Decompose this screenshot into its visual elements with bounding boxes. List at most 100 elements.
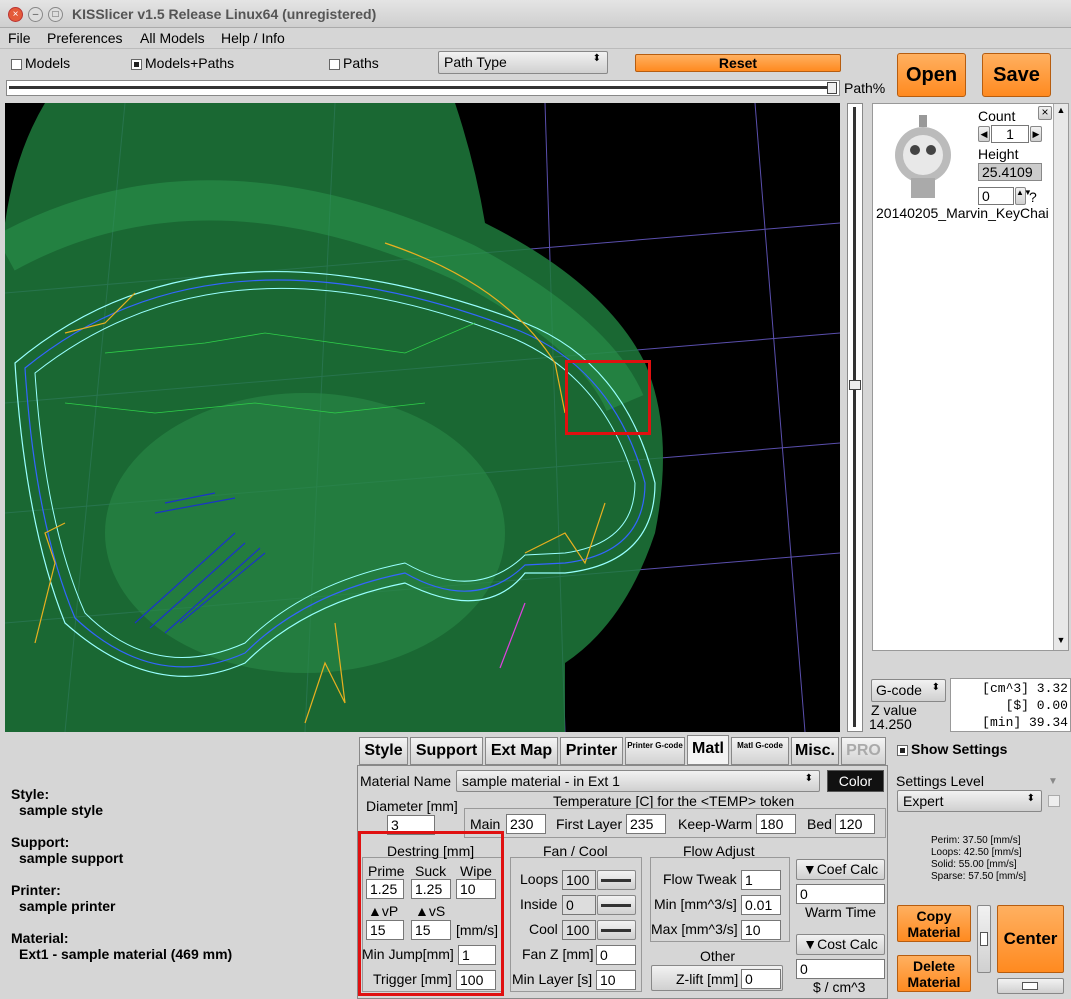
flow-tweak-input[interactable]: 1 <box>741 870 781 890</box>
path-percent-slider[interactable] <box>6 80 840 96</box>
height-value: 25.4109 <box>978 163 1042 181</box>
tab-printer-gcode[interactable]: Printer G-code <box>625 737 685 765</box>
summary-printer-heading: Printer: <box>11 882 61 898</box>
tab-pro[interactable]: PRO <box>841 737 886 765</box>
tab-style[interactable]: Style <box>359 737 408 765</box>
tab-matl[interactable]: Matl <box>687 735 729 765</box>
menu-preferences[interactable]: Preferences <box>47 30 122 46</box>
vertical-toggle[interactable] <box>977 905 991 973</box>
layer-handle[interactable] <box>849 380 861 390</box>
flow-max-label: Max [mm^3/s] <box>651 921 738 937</box>
temp-bed-label: Bed <box>807 816 832 832</box>
loops-input[interactable]: 100 <box>562 870 596 890</box>
center-button[interactable]: Center <box>997 905 1064 973</box>
color-button[interactable]: Color <box>827 770 884 792</box>
menu-help[interactable]: Help / Info <box>221 30 285 46</box>
inside-input[interactable]: 0 <box>562 895 596 915</box>
model-list-scrollbar[interactable]: ▲ ▼ <box>1053 104 1068 650</box>
other-label: Other <box>700 948 736 964</box>
models-paths-checkbox[interactable]: Models+Paths <box>131 55 234 71</box>
z-lift-input[interactable]: 0 <box>741 969 781 989</box>
delete-material-button[interactable]: Delete Material <box>897 955 971 992</box>
summary-style-value: sample style <box>19 802 104 818</box>
slider-track <box>9 86 834 89</box>
speed-summary: Perim: 37.50 [mm/s] Loops: 42.50 [mm/s] S… <box>931 835 1027 882</box>
path-type-select[interactable]: Path Type ⬍ <box>438 51 608 74</box>
cool-input[interactable]: 100 <box>562 920 596 940</box>
coef-calc-button[interactable]: ▼Coef Calc <box>796 859 885 880</box>
temp-first-layer-input[interactable]: 235 <box>626 814 666 834</box>
layer-track <box>853 107 856 727</box>
extruder-input[interactable]: 0 <box>978 187 1014 205</box>
tab-ext-map[interactable]: Ext Map <box>485 737 558 765</box>
min-layer-input[interactable]: 10 <box>596 970 636 990</box>
material-name-label: Material Name <box>360 773 452 789</box>
temp-keep-warm-input[interactable]: 180 <box>756 814 796 834</box>
temp-main-label: Main <box>470 816 501 832</box>
layer-slider[interactable] <box>847 103 863 732</box>
temp-keep-warm-label: Keep-Warm <box>678 816 753 832</box>
menu-all-models[interactable]: All Models <box>140 30 205 46</box>
cost-calc-button[interactable]: ▼Cost Calc <box>796 934 885 955</box>
settings-checkbox[interactable] <box>1048 795 1060 807</box>
models-checkbox[interactable]: Models <box>11 55 70 71</box>
tab-misc[interactable]: Misc. <box>791 737 839 765</box>
tab-support[interactable]: Support <box>410 737 483 765</box>
updown-icon: ⬍ <box>804 773 813 784</box>
inside-label: Inside <box>520 896 558 912</box>
save-button[interactable]: Save <box>982 53 1051 97</box>
model-name[interactable]: 20140205_Marvin_KeyChai <box>876 205 1053 221</box>
inside-slider[interactable] <box>597 895 636 915</box>
settings-level-select[interactable]: Expert ⬍ <box>897 790 1042 812</box>
slider-handle[interactable] <box>827 82 837 94</box>
help-q[interactable]: ? <box>1029 189 1037 205</box>
diameter-label: Diameter [mm] <box>366 798 458 814</box>
settings-level-label: Settings Level <box>896 773 984 789</box>
cost-calc-input[interactable]: 0 <box>796 959 885 979</box>
loops-slider[interactable] <box>597 870 636 890</box>
paths-checkbox[interactable]: Paths <box>329 55 379 71</box>
scroll-down-icon[interactable]: ▼ <box>1055 635 1067 649</box>
model-render <box>5 103 840 732</box>
summary-style-heading: Style: <box>11 786 50 802</box>
summary-support-heading: Support: <box>11 834 70 850</box>
temp-main-input[interactable]: 230 <box>506 814 546 834</box>
open-button[interactable]: Open <box>897 53 966 97</box>
extruder-spinner-icon[interactable]: ▲▼ <box>1015 187 1032 205</box>
minimize-icon[interactable]: – <box>28 7 43 22</box>
menu-file[interactable]: File <box>8 30 31 46</box>
copy-material-button[interactable]: Copy Material <box>897 905 971 942</box>
summary-material-value: Ext1 - sample material (469 mm) <box>19 946 233 962</box>
cool-slider[interactable] <box>597 920 636 940</box>
min-layer-label: Min Layer [s] <box>512 971 593 987</box>
tab-printer[interactable]: Printer <box>560 737 623 765</box>
temperature-title: Temperature [C] for the <TEMP> token <box>553 793 795 809</box>
temp-bed-input[interactable]: 120 <box>835 814 875 834</box>
model-thumbnail-icon[interactable] <box>883 110 973 205</box>
highlight-box <box>358 831 504 996</box>
count-increase-icon[interactable]: ▶ <box>1030 126 1042 142</box>
show-settings-checkbox[interactable]: Show Settings <box>897 741 1007 757</box>
updown-icon: ⬍ <box>931 682 940 693</box>
viewport-3d[interactable] <box>5 103 840 732</box>
coef-calc-input[interactable]: 0 <box>796 884 885 904</box>
flow-max-input[interactable]: 10 <box>741 920 781 940</box>
flow-tweak-label: Flow Tweak <box>663 871 737 887</box>
fan-z-input[interactable]: 0 <box>596 945 636 965</box>
path-percent-label: Path% <box>844 80 886 96</box>
tab-matl-gcode[interactable]: Matl G-code <box>731 737 789 765</box>
close-icon[interactable]: × <box>8 7 23 22</box>
material-name-select[interactable]: sample material - in Ext 1 ⬍ <box>456 770 820 792</box>
fan-cool-title: Fan / Cool <box>543 843 608 859</box>
reset-button[interactable]: Reset <box>635 54 841 72</box>
flow-min-input[interactable]: 0.01 <box>741 895 781 915</box>
maximize-icon[interactable]: □ <box>48 7 63 22</box>
remove-model-icon[interactable]: × <box>1038 106 1052 120</box>
count-decrease-icon[interactable]: ◀ <box>978 126 990 142</box>
flow-min-label: Min [mm^3/s] <box>654 896 737 912</box>
horizontal-toggle[interactable] <box>997 978 1064 994</box>
count-input[interactable]: 1 <box>991 125 1029 143</box>
scroll-up-icon[interactable]: ▲ <box>1055 105 1067 119</box>
gcode-stats: [cm^3] 3.32 [$] 0.00 [min] 39.34 <box>950 678 1071 732</box>
gcode-select[interactable]: G-code ⬍ <box>871 679 946 702</box>
